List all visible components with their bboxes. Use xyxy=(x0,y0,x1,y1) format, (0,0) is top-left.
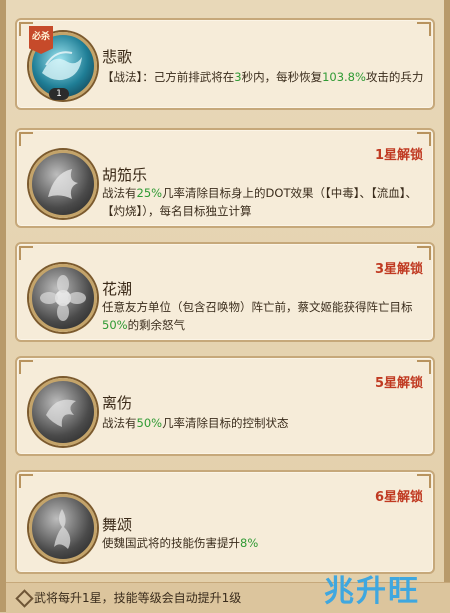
skill-level-badge: 1 xyxy=(49,88,69,100)
unlock-requirement: 1星解锁 xyxy=(374,148,423,163)
corner-ornament xyxy=(19,246,33,260)
skill-card[interactable]: 1星解锁 胡笳乐 战法有25%几率清除目标身上的DOT效果（【中毒】、【流血】、… xyxy=(15,128,435,228)
skill-panel: 必杀 1 悲歌 【战法】：己方前排武将在3秒内，每秒恢复103.8%攻击的兵力 … xyxy=(0,0,450,613)
beast-skill-icon[interactable] xyxy=(29,150,97,218)
ultimate-badge: 必杀 xyxy=(29,26,53,54)
highlight-value: 50% xyxy=(102,318,128,332)
skill-card[interactable]: 必杀 1 悲歌 【战法】：己方前排武将在3秒内，每秒恢复103.8%攻击的兵力 xyxy=(15,18,435,110)
description-text: 任意友方单位（包含召唤物）阵亡前，蔡文姬能获得阵亡目标 xyxy=(102,300,413,314)
description-text: 秒内，每秒恢复 xyxy=(241,70,323,84)
corner-ornament xyxy=(19,360,33,374)
skill-name: 离伤 xyxy=(102,394,133,412)
skill-name: 舞颂 xyxy=(102,516,133,534)
skill-name: 胡笳乐 xyxy=(102,166,148,184)
corner-ornament xyxy=(417,22,431,36)
highlight-value: 50% xyxy=(136,416,163,430)
highlight-value: 3 xyxy=(234,70,242,84)
skill-card[interactable]: 5星解锁 离伤 战法有50%几率清除目标的控制状态 xyxy=(15,356,435,456)
corner-ornament xyxy=(19,474,33,488)
skill-description: 【战法】：己方前排武将在3秒内，每秒恢复103.8%攻击的兵力 xyxy=(102,68,424,86)
skill-description: 战法有25%几率清除目标身上的DOT效果（【中毒】、【流血】、【灼烧】），每名目… xyxy=(102,184,424,220)
watermark-logo: 兆升旺 xyxy=(324,574,420,609)
diamond-bullet-icon xyxy=(15,589,34,608)
skill-name: 悲歌 xyxy=(102,48,133,66)
footer-note: 武将每升1星，技能等级会自动提升1级 xyxy=(34,591,242,605)
description-text: 几率清除目标的控制状态 xyxy=(162,416,289,430)
unlock-requirement: 5星解锁 xyxy=(374,376,423,391)
skill-description: 战法有50%几率清除目标的控制状态 xyxy=(102,414,424,432)
description-text: 的剩余怒气 xyxy=(127,318,186,332)
skill-description: 任意友方单位（包含召唤物）阵亡前，蔡文姬能获得阵亡目标 50%的剩余怒气 xyxy=(102,298,424,334)
highlight-value: 25% xyxy=(136,186,163,200)
description-text: 战法有 xyxy=(102,186,137,200)
skill-description: 使魏国武将的技能伤害提升8% xyxy=(102,534,424,552)
highlight-value: 8% xyxy=(240,536,259,550)
description-text: 使魏国武将的技能伤害提升 xyxy=(102,536,240,550)
dancer-skill-icon[interactable] xyxy=(29,494,97,562)
skill-name: 花潮 xyxy=(102,280,133,298)
unlock-requirement: 3星解锁 xyxy=(374,262,423,277)
corner-ornament xyxy=(19,132,33,146)
skill-card[interactable]: 6星解锁 舞颂 使魏国武将的技能伤害提升8% xyxy=(15,470,435,574)
description-text: 【战法】：己方前排武将在 xyxy=(102,70,235,84)
description-text: 攻击的兵力 xyxy=(365,70,424,84)
storm-skill-icon[interactable] xyxy=(29,378,97,446)
flower-skill-icon[interactable] xyxy=(29,264,97,332)
skill-card[interactable]: 3星解锁 花潮 任意友方单位（包含召唤物）阵亡前，蔡文姬能获得阵亡目标 50%的剩… xyxy=(15,242,435,342)
unlock-requirement: 6星解锁 xyxy=(374,490,423,505)
highlight-value: 103.8% xyxy=(322,70,366,84)
description-text: 战法有 xyxy=(102,416,137,430)
